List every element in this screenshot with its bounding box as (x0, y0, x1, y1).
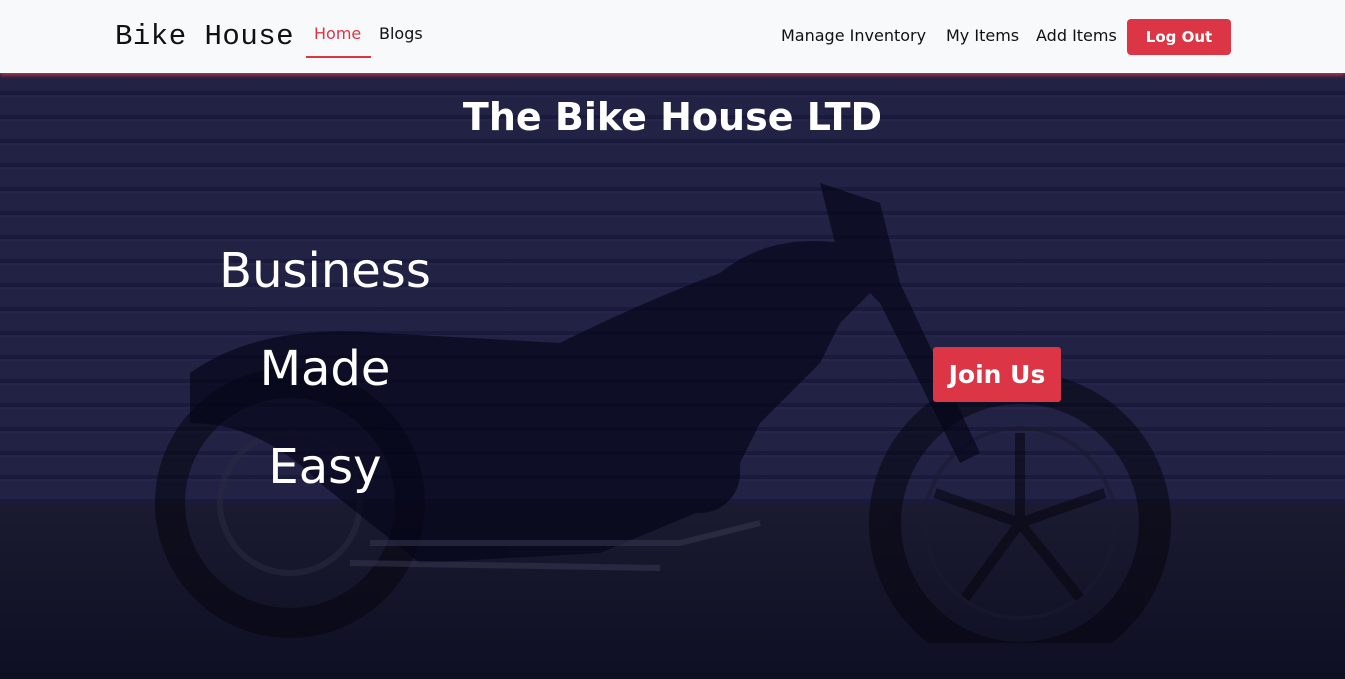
tagline-word: Made (259, 341, 391, 397)
nav-link-blogs[interactable]: Blogs (379, 24, 423, 43)
nav-link-add-items[interactable]: Add Items (1036, 26, 1117, 45)
tagline-word: Easy (268, 439, 382, 495)
nav-link-home[interactable]: Home (314, 24, 361, 43)
top-navbar: Bike House Home Blogs Manage Inventory M… (0, 0, 1345, 73)
nav-link-my-items[interactable]: My Items (946, 26, 1019, 45)
active-indicator (306, 56, 371, 58)
join-us-button[interactable]: Join Us (933, 347, 1061, 402)
nav-link-manage-inventory[interactable]: Manage Inventory (781, 26, 926, 45)
logout-button[interactable]: Log Out (1127, 19, 1231, 55)
hero-banner: The Bike House LTD Business Made Easy Jo… (0, 73, 1345, 679)
tagline-word: Business (219, 243, 431, 299)
hero-title: The Bike House LTD (462, 95, 883, 139)
brand-logo[interactable]: Bike House (115, 20, 294, 53)
